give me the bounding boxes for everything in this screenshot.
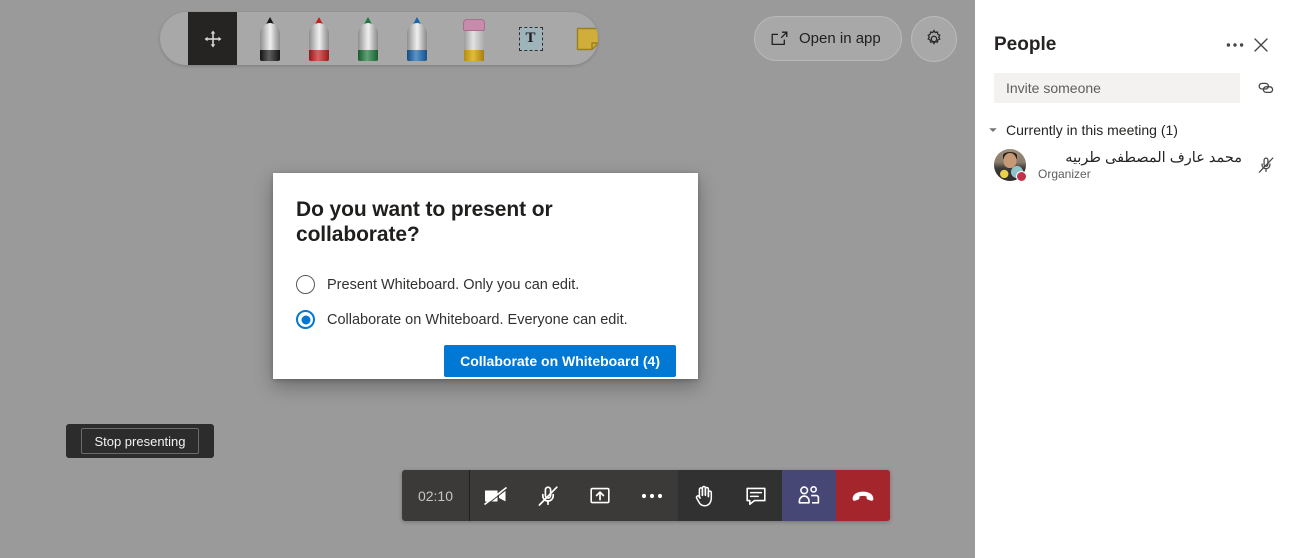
hangup-button[interactable] — [836, 470, 890, 521]
gear-icon — [927, 29, 941, 45]
open-in-app-button[interactable]: Open in app — [754, 16, 902, 61]
chevron-down-icon — [989, 128, 997, 132]
meeting-control-group-secondary — [678, 470, 890, 521]
highlighter-icon — [462, 17, 485, 61]
external-link-icon — [771, 31, 788, 46]
collaborate-on-whiteboard-button[interactable]: Collaborate on Whiteboard (4) — [444, 345, 676, 378]
option-collaborate-whiteboard-label: Collaborate on Whiteboard. Everyone can … — [327, 311, 628, 328]
camera-off-icon — [483, 486, 508, 506]
people-panel: People Invite someone Currently in this … — [975, 0, 1292, 558]
participant-mic-button[interactable] — [1254, 153, 1278, 177]
share-button[interactable] — [574, 470, 626, 521]
radio-present-whiteboard[interactable] — [296, 275, 315, 295]
meeting-control-bar: 02:10 — [402, 470, 890, 521]
chat-icon — [746, 487, 766, 505]
dialog-actions: Collaborate on Whiteboard (4) — [296, 345, 676, 378]
pen-black[interactable] — [245, 12, 294, 65]
mic-button[interactable] — [522, 470, 574, 521]
participant-row[interactable]: محمد عارف المصطفى طربيه Organizer — [975, 138, 1292, 182]
people-panel-close-button[interactable] — [1248, 32, 1274, 58]
option-collaborate-whiteboard[interactable]: Collaborate on Whiteboard. Everyone can … — [296, 310, 676, 330]
avatar — [994, 149, 1027, 182]
ellipsis-icon — [1226, 43, 1244, 47]
invite-row — [975, 58, 1292, 103]
present-or-collaborate-dialog: Do you want to present or collaborate? P… — [273, 173, 698, 379]
people-panel-title: People — [994, 34, 1057, 55]
hand-icon — [695, 485, 713, 507]
currently-in-meeting-label: Currently in this meeting (1) — [1006, 122, 1178, 138]
open-in-app-label: Open in app — [799, 30, 881, 47]
share-screen-icon — [590, 487, 610, 503]
dialog-title: Do you want to present or collaborate? — [296, 198, 553, 247]
move-icon — [204, 30, 221, 47]
pen-icon — [406, 16, 428, 61]
radio-collaborate-whiteboard[interactable] — [296, 310, 315, 330]
highlighter-tool[interactable] — [449, 12, 498, 65]
copy-meeting-link-button[interactable] — [1254, 76, 1278, 100]
close-icon — [1254, 38, 1268, 52]
chat-button[interactable] — [730, 470, 782, 521]
camera-button[interactable] — [470, 470, 522, 521]
invite-someone-input[interactable] — [994, 73, 1240, 103]
move-tool[interactable] — [188, 12, 237, 65]
sticky-note-tool[interactable] — [563, 12, 598, 65]
pen-icon — [357, 16, 379, 61]
meeting-timer: 02:10 — [402, 470, 470, 521]
link-icon — [1258, 82, 1274, 94]
mic-off-icon — [1258, 157, 1274, 173]
sticky-note-icon — [576, 27, 598, 50]
option-present-whiteboard-label: Present Whiteboard. Only you can edit. — [327, 276, 580, 293]
people-panel-more-button[interactable] — [1222, 32, 1248, 58]
stop-presenting-button[interactable]: Stop presenting — [81, 428, 199, 454]
pen-icon — [259, 16, 281, 61]
people-icon — [798, 485, 820, 504]
participant-name: محمد عارف المصطفى طربيه — [1065, 149, 1242, 166]
whiteboard-toolbar: T — [160, 12, 598, 65]
participant-role: Organizer — [1038, 166, 1091, 181]
currently-in-meeting-section[interactable]: Currently in this meeting (1) — [975, 103, 1292, 138]
text-icon: T — [518, 26, 543, 51]
pen-blue[interactable] — [392, 12, 441, 65]
more-button[interactable] — [626, 470, 678, 521]
meeting-control-group-primary — [470, 470, 678, 521]
pen-red[interactable] — [294, 12, 343, 65]
teams-meeting-whiteboard-screen: T Open in app Do you want to present or … — [0, 0, 1292, 558]
stop-presenting-bar: Stop presenting — [66, 424, 214, 458]
people-panel-header: People — [975, 0, 1292, 58]
presence-badge-busy — [1016, 171, 1027, 182]
ellipsis-icon — [641, 493, 663, 498]
phone-hangup-icon — [852, 491, 874, 501]
settings-button[interactable] — [911, 16, 957, 62]
participant-info: محمد عارف المصطفى طربيه Organizer — [1038, 150, 1242, 181]
raise-hand-button[interactable] — [678, 470, 730, 521]
dialog-options: Present Whiteboard. Only you can edit. C… — [296, 275, 676, 330]
people-button[interactable] — [782, 470, 836, 521]
mic-off-icon — [538, 485, 558, 506]
whiteboard-stage: T Open in app Do you want to present or … — [0, 0, 975, 558]
pen-green[interactable] — [343, 12, 392, 65]
text-tool[interactable]: T — [506, 12, 555, 65]
option-present-whiteboard[interactable]: Present Whiteboard. Only you can edit. — [296, 275, 676, 295]
pen-icon — [308, 16, 330, 61]
